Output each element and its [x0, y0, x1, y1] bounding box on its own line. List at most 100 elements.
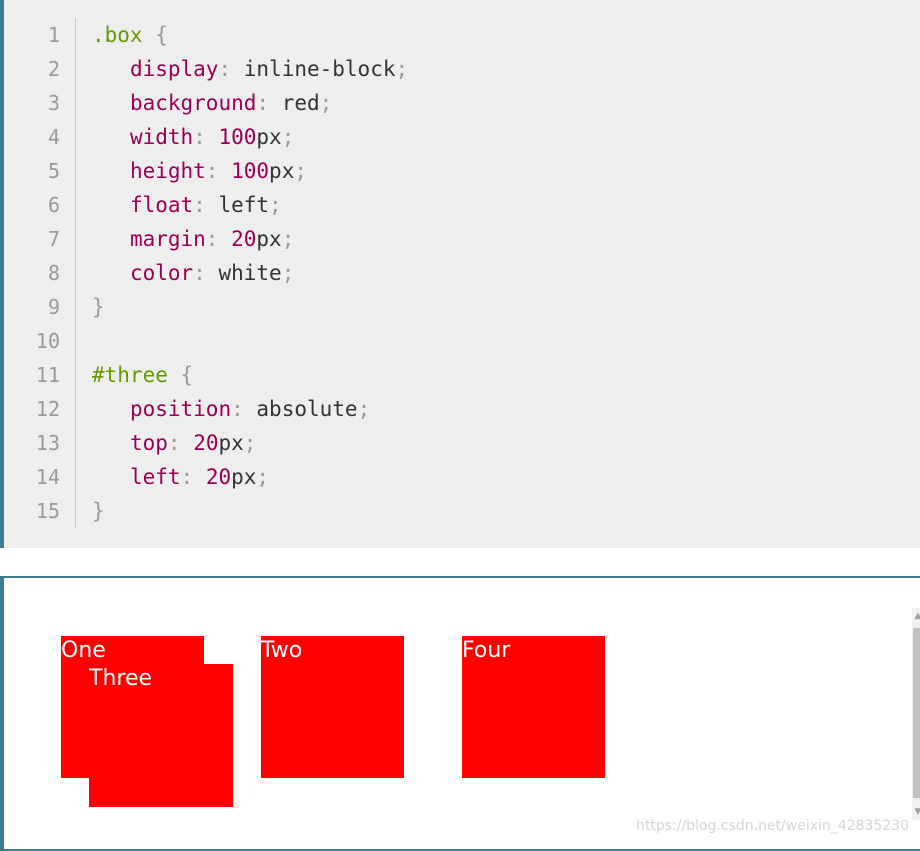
property: position	[129, 397, 232, 421]
scroll-down-arrow-icon[interactable]: ▼	[912, 804, 920, 820]
box-label: One	[61, 638, 106, 663]
code-text: float: left;	[92, 188, 282, 222]
code-line: 11 #three {	[4, 358, 904, 392]
line-number: 10	[35, 329, 60, 353]
code-text: display: inline-block;	[92, 52, 408, 86]
watermark: https://blog.csdn.net/weixin_42835230	[636, 818, 910, 834]
semicolon: ;	[281, 227, 295, 251]
value: red	[281, 91, 320, 115]
box-label: Two	[261, 638, 303, 663]
unit: px	[231, 465, 257, 489]
scroll-up-arrow-icon[interactable]: ▲	[912, 608, 920, 624]
line-number: 15	[35, 499, 60, 523]
code-text: }	[92, 494, 105, 528]
semicolon: ;	[281, 261, 295, 285]
colon: :	[256, 91, 270, 115]
code-text: height: 100px;	[92, 154, 307, 188]
brace: }	[92, 499, 105, 523]
line-number: 9	[47, 295, 60, 319]
line-number: 14	[35, 465, 60, 489]
box-label: Three	[89, 666, 153, 691]
number: 20	[193, 431, 219, 455]
code-line: 8 color: white;	[4, 256, 904, 290]
box-two: Two	[261, 636, 404, 778]
colon: :	[193, 125, 206, 149]
line-number: 2	[47, 57, 60, 81]
code-line: 7 margin: 20px;	[4, 222, 904, 256]
property: float	[129, 193, 194, 217]
unit: px	[218, 431, 244, 455]
code-line: 10	[4, 324, 904, 358]
value: inline-block	[243, 57, 396, 81]
brace: }	[92, 295, 105, 319]
colon: :	[205, 227, 219, 251]
scroll-thumb[interactable]	[913, 628, 920, 798]
colon: :	[205, 159, 219, 183]
unit: px	[256, 227, 282, 251]
number: 100	[231, 159, 270, 183]
code-line: 15 }	[4, 494, 904, 528]
semicolon: ;	[395, 57, 409, 81]
code-text: margin: 20px;	[92, 222, 294, 256]
colon: :	[231, 397, 244, 421]
line-number: 4	[47, 125, 60, 149]
line-number: 12	[35, 397, 60, 421]
code-text: width: 100px;	[92, 120, 294, 154]
brace: {	[155, 23, 168, 47]
box-three: Three	[89, 664, 233, 807]
semicolon: ;	[357, 397, 371, 421]
code-text: background: red;	[92, 86, 332, 120]
code-line: 6 float: left;	[4, 188, 904, 222]
code-text: color: white;	[92, 256, 294, 290]
unit: px	[256, 125, 282, 149]
selector: .box	[92, 23, 143, 47]
code-line: 4 width: 100px;	[4, 120, 904, 154]
code-line: 14 left: 20px;	[4, 460, 904, 494]
line-number: 1	[47, 23, 60, 47]
code-text: #three {	[92, 358, 193, 392]
code-line: 9 }	[4, 290, 904, 324]
property: height	[129, 159, 206, 183]
number: 20	[231, 227, 257, 251]
code-line: 5 height: 100px;	[4, 154, 904, 188]
semicolon: ;	[269, 193, 282, 217]
semicolon: ;	[319, 91, 333, 115]
property: top	[129, 431, 168, 455]
semicolon: ;	[294, 159, 307, 183]
code-text: left: 20px;	[92, 460, 269, 494]
code-panel: 1 .box { 2 display: inline-block; 3 back…	[0, 0, 920, 548]
line-number: 11	[35, 363, 60, 387]
number: 20	[205, 465, 232, 489]
colon: :	[167, 431, 181, 455]
code-text: top: 20px;	[92, 426, 257, 460]
colon: :	[193, 193, 206, 217]
semicolon: ;	[256, 465, 270, 489]
code-line: 3 background: red;	[4, 86, 904, 120]
selector: #three	[92, 363, 168, 387]
unit: px	[269, 159, 295, 183]
code-line: 12 position: absolute;	[4, 392, 904, 426]
property: width	[129, 125, 194, 149]
box-label: Four	[462, 638, 511, 663]
preview-panel: One Three Two Four ▲ ▼	[0, 576, 920, 851]
property: display	[129, 57, 219, 81]
code-line: 2 display: inline-block;	[4, 52, 904, 86]
line-number: 8	[47, 261, 60, 285]
line-number: 6	[47, 193, 60, 217]
line-number: 5	[47, 159, 60, 183]
semicolon: ;	[281, 125, 295, 149]
value: left	[218, 193, 270, 217]
semicolon: ;	[243, 431, 257, 455]
property: color	[129, 261, 194, 285]
vertical-scrollbar[interactable]: ▲ ▼	[912, 608, 920, 820]
property: background	[129, 91, 257, 115]
colon: :	[193, 261, 206, 285]
line-number: 3	[47, 91, 60, 115]
box-four: Four	[462, 636, 605, 778]
brace: {	[180, 363, 194, 387]
code-text: .box {	[92, 18, 168, 52]
code-text: position: absolute;	[92, 392, 370, 426]
property: margin	[129, 227, 206, 251]
value: white	[218, 261, 282, 285]
property: left	[129, 465, 181, 489]
